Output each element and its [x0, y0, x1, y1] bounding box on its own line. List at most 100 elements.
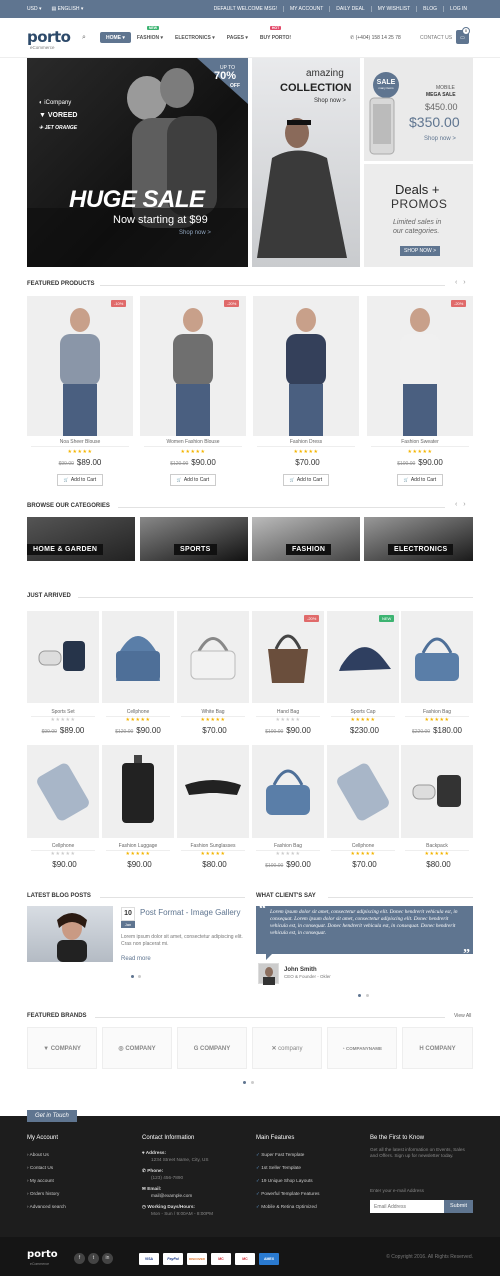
category-sports[interactable]: SPORTS	[140, 517, 248, 561]
newsletter-submit-button[interactable]: Submit	[444, 1200, 473, 1213]
carousel-dot[interactable]	[138, 975, 141, 978]
footer-link-contact[interactable]: › Contact Us	[27, 1165, 53, 1170]
product-card[interactable]	[102, 745, 174, 838]
nav-fashion[interactable]: NEW FASHION ▾	[131, 26, 169, 43]
product-name[interactable]: Women Fashion Blouse	[140, 439, 246, 445]
product-card[interactable]	[401, 745, 473, 838]
product-card[interactable]	[140, 296, 246, 436]
add-to-cart-button[interactable]: 🛒 Add to Cart	[283, 474, 329, 486]
brands-view-all[interactable]: View All	[454, 1013, 471, 1019]
chevron-right-icon[interactable]: ›	[463, 279, 465, 286]
brand-logo-6[interactable]: H COMPANY	[402, 1027, 473, 1069]
product-card[interactable]	[327, 611, 399, 703]
product-name[interactable]: Fashion Sunglasses	[177, 843, 249, 849]
twitter-icon[interactable]: t	[88, 1253, 99, 1264]
footer-link-orders[interactable]: › Orders history	[27, 1191, 59, 1196]
search-icon[interactable]: ⌕	[82, 34, 86, 42]
product-card[interactable]	[177, 745, 249, 838]
brand-logo-1[interactable]: ▼ COMPANY	[27, 1027, 97, 1069]
brand-logo-4[interactable]: ✕ company	[252, 1027, 322, 1069]
nav-buy-porto[interactable]: HOT BUY PORTO!	[254, 26, 297, 43]
link-login[interactable]: LOG IN	[443, 6, 473, 12]
product-card[interactable]	[177, 611, 249, 703]
email-value[interactable]: mail@example.com	[151, 1193, 192, 1198]
product-name[interactable]: Cellphone	[102, 709, 174, 715]
carousel-dot[interactable]	[366, 994, 369, 997]
link-wishlist[interactable]: MY WISHLIST	[370, 6, 416, 12]
brand-logo-3[interactable]: G COMPANY	[177, 1027, 247, 1069]
collection-shop-now[interactable]: Shop now >	[314, 98, 346, 104]
banner-deals[interactable]: Deals + PROMOS Limited sales in our cate…	[364, 164, 473, 267]
chevron-right-icon[interactable]: ›	[463, 501, 465, 508]
brand-logo-5[interactable]: ◔ COMPANYNAME	[327, 1027, 397, 1069]
product-card[interactable]	[327, 745, 399, 838]
contact-link[interactable]: CONTACT US	[420, 35, 452, 41]
nav-home[interactable]: HOME ▾	[100, 32, 131, 43]
product-name[interactable]: Noa Sheer Blouse	[27, 439, 133, 445]
product-name[interactable]: Fashion Bag	[252, 843, 324, 849]
product-name[interactable]: Fashion Sweater	[367, 439, 473, 445]
facebook-icon[interactable]: f	[74, 1253, 85, 1264]
newsletter-email-input[interactable]	[370, 1200, 444, 1213]
chevron-left-icon[interactable]: ‹	[455, 279, 457, 286]
blog-read-more[interactable]: Read more	[121, 956, 151, 962]
product-name[interactable]: Fashion Dress	[253, 439, 359, 445]
product-card[interactable]	[27, 611, 99, 703]
product-card[interactable]	[401, 611, 473, 703]
category-fashion[interactable]: FASHION	[252, 517, 360, 561]
carousel-dot[interactable]	[243, 1081, 246, 1084]
add-to-cart-button[interactable]: 🛒 Add to Cart	[57, 474, 103, 486]
product-name[interactable]: Cellphone	[327, 843, 399, 849]
product-name[interactable]: Backpack	[401, 843, 473, 849]
category-electronics[interactable]: ELECTRONICS	[364, 517, 473, 561]
product-name[interactable]: White Bag	[177, 709, 249, 715]
link-my-account[interactable]: MY ACCOUNT	[283, 6, 329, 12]
currency-select[interactable]: USD ▾	[27, 6, 41, 12]
mobile-shop-now[interactable]: Shop now >	[424, 136, 456, 142]
nav-pages[interactable]: PAGES ▾	[221, 32, 254, 43]
product-name[interactable]: Sports Set	[27, 709, 99, 715]
footer-logo[interactable]: porto	[27, 1249, 58, 1260]
linkedin-icon[interactable]: in	[102, 1253, 113, 1264]
product-name[interactable]: Fashion Luggage	[102, 843, 174, 849]
product-card[interactable]	[27, 296, 133, 436]
add-to-cart-button[interactable]: 🛒 Add to Cart	[170, 474, 216, 486]
product-card[interactable]	[253, 296, 359, 436]
link-blog[interactable]: BLOG	[416, 6, 443, 12]
banner-huge-sale[interactable]: UP TO 70% OFF ◐ iCompany ▼ VOREED ✈ JET …	[27, 58, 248, 267]
banner-collection[interactable]: amazing COLLECTION Shop now >	[252, 58, 360, 267]
banner-mobile-sale[interactable]: SALE many items MOBILE MEGA SALE $450.00 …	[364, 58, 473, 161]
product-price: $230.00	[327, 726, 399, 735]
banner-shop-now[interactable]: Shop now >	[179, 230, 211, 236]
chevron-left-icon[interactable]: ‹	[455, 501, 457, 508]
blog-post-image[interactable]	[27, 906, 113, 962]
current-price: $90.00	[52, 860, 77, 869]
footer-link-search[interactable]: › Advanced search	[27, 1204, 66, 1209]
language-select[interactable]: ▤ ENGLISH ▾	[51, 6, 83, 12]
blog-post-title[interactable]: Post Format - Image Gallery	[140, 908, 240, 917]
product-card[interactable]	[252, 745, 324, 838]
link-daily-deal[interactable]: DAILY DEAL	[329, 6, 370, 12]
old-price: $220.00	[412, 729, 431, 735]
carousel-dot[interactable]	[358, 994, 361, 997]
nav-electronics[interactable]: ELECTRONICS ▾	[169, 32, 221, 43]
category-home-garden[interactable]: HOME & GARDEN	[27, 517, 135, 561]
deals-shop-now-button[interactable]: SHOP NOW >	[400, 246, 440, 256]
brand-logo-2[interactable]: ◎ COMPANY	[102, 1027, 172, 1069]
add-to-cart-button[interactable]: 🛒 Add to Cart	[397, 474, 443, 486]
footer-link-account[interactable]: › My account	[27, 1178, 54, 1183]
product-card[interactable]	[252, 611, 324, 703]
carousel-dot[interactable]	[251, 1081, 254, 1084]
footer-link-about[interactable]: › About Us	[27, 1152, 49, 1157]
carousel-dot[interactable]	[131, 975, 134, 978]
product-card[interactable]	[27, 745, 99, 838]
product-card[interactable]	[367, 296, 473, 436]
phone-icon: ✆	[142, 1168, 146, 1173]
product-name[interactable]: Hand Bag	[252, 709, 324, 715]
product-name[interactable]: Sports Cap	[327, 709, 399, 715]
logo[interactable]: porto	[27, 28, 71, 46]
product-name[interactable]: Cellphone	[27, 843, 99, 849]
product-name[interactable]: Fashion Bag	[401, 709, 473, 715]
product-card[interactable]	[102, 611, 174, 703]
brand-icompany: ◐ iCompany	[39, 100, 72, 106]
